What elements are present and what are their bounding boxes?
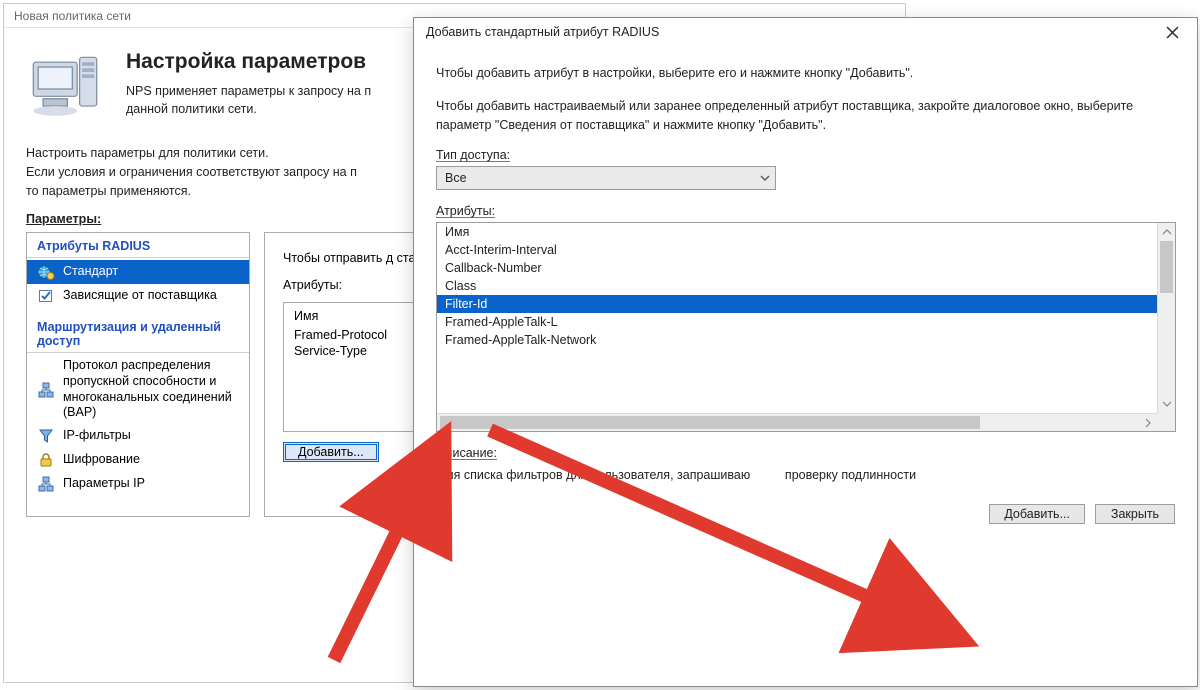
sidebar-group-routing: Маршрутизация и удаленный доступ bbox=[27, 314, 249, 353]
dialog-title: Добавить стандартный атрибут RADIUS bbox=[426, 25, 1155, 39]
net-cubes-icon bbox=[37, 475, 55, 493]
server-icon bbox=[26, 50, 104, 128]
access-type-label: Тип доступа: bbox=[436, 148, 1175, 162]
sidebar-item-vendor-specific[interactable]: Зависящие от поставщика bbox=[27, 284, 249, 308]
dialog-help-1: Чтобы добавить атрибут в настройки, выбе… bbox=[436, 64, 1175, 83]
list-item[interactable]: Framed-AppleTalk-L bbox=[437, 313, 1157, 331]
sidebar-item-label: IP-фильтры bbox=[63, 428, 239, 444]
sidebar-item-label: Зависящие от поставщика bbox=[63, 288, 239, 304]
description-label: Описание: bbox=[436, 446, 1175, 460]
funnel-icon bbox=[37, 427, 55, 445]
list-item[interactable]: Class bbox=[437, 277, 1157, 295]
list-item[interactable]: Acct-Interim-Interval bbox=[437, 241, 1157, 259]
list-item[interactable]: Filter-Id bbox=[437, 295, 1157, 313]
sidebar-item-label: Шифрование bbox=[63, 452, 239, 468]
scroll-up-icon[interactable] bbox=[1158, 223, 1176, 241]
sidebar-item-ip-filters[interactable]: IP-фильтры bbox=[27, 424, 249, 448]
dialog-help-2: Чтобы добавить настраиваемый или заранее… bbox=[436, 97, 1175, 135]
sidebar-item-label: Протокол распределения пропускной способ… bbox=[63, 358, 239, 421]
add-radius-attribute-dialog: Добавить стандартный атрибут RADIUS Чтоб… bbox=[413, 17, 1198, 687]
sidebar-item-label: Параметры IP bbox=[63, 476, 239, 492]
dialog-add-button[interactable]: Добавить... bbox=[989, 504, 1085, 524]
dialog-close-button[interactable]: Закрыть bbox=[1095, 504, 1175, 524]
horizontal-scrollbar[interactable] bbox=[437, 413, 1157, 431]
scroll-corner bbox=[1157, 413, 1175, 431]
attributes-label: Атрибуты: bbox=[436, 204, 1175, 218]
checkbox-icon bbox=[37, 287, 55, 305]
description-text: Имя списка фильтров для пользователя, за… bbox=[436, 468, 1175, 482]
hero-subtitle: NPS применяет параметры к запросу на п д… bbox=[126, 82, 371, 118]
sidebar-item-label: Стандарт bbox=[63, 264, 239, 280]
globe-gear-icon bbox=[37, 263, 55, 281]
scroll-right-icon[interactable] bbox=[1139, 414, 1157, 432]
scroll-down-icon[interactable] bbox=[1158, 395, 1176, 413]
settings-sidebar: Атрибуты RADIUS Стандарт bbox=[26, 232, 250, 517]
lock-icon bbox=[37, 451, 55, 469]
column-header-name: Имя bbox=[437, 223, 1157, 241]
sidebar-item-bap[interactable]: Протокол распределения пропускной способ… bbox=[27, 355, 249, 424]
attributes-listbox[interactable]: Имя Acct-Interim-Interval Callback-Numbe… bbox=[436, 222, 1176, 432]
access-type-combobox[interactable]: Все bbox=[436, 166, 776, 190]
sidebar-item-ip-settings[interactable]: Параметры IP bbox=[27, 472, 249, 496]
list-item[interactable]: Callback-Number bbox=[437, 259, 1157, 277]
dialog-titlebar[interactable]: Добавить стандартный атрибут RADIUS bbox=[414, 18, 1197, 46]
hero-text: Настройка параметров NPS применяет парам… bbox=[126, 50, 371, 118]
scroll-thumb[interactable] bbox=[440, 416, 980, 429]
access-type-value: Все bbox=[445, 171, 467, 185]
net-cubes-icon bbox=[37, 381, 55, 399]
sidebar-group-radius: Атрибуты RADIUS bbox=[27, 233, 249, 258]
add-button[interactable]: Добавить... bbox=[283, 442, 379, 462]
scroll-thumb[interactable] bbox=[1160, 241, 1173, 293]
sidebar-item-standard[interactable]: Стандарт bbox=[27, 260, 249, 284]
chevron-down-icon bbox=[759, 172, 771, 184]
sidebar-item-encryption[interactable]: Шифрование bbox=[27, 448, 249, 472]
close-icon[interactable] bbox=[1155, 21, 1189, 43]
vertical-scrollbar[interactable] bbox=[1157, 223, 1175, 413]
hero-title: Настройка параметров bbox=[126, 50, 371, 74]
list-item[interactable]: Framed-AppleTalk-Network bbox=[437, 331, 1157, 349]
